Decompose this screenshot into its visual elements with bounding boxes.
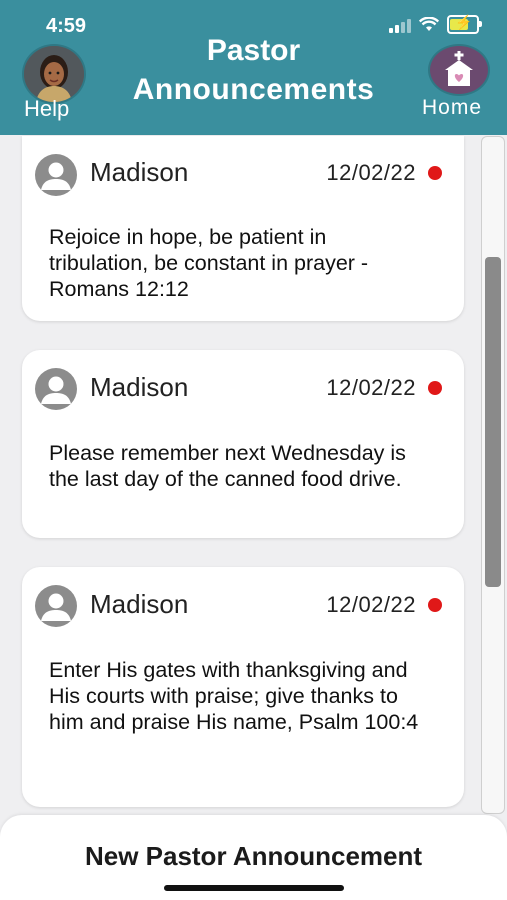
announcement-date: 12/02/22	[326, 592, 416, 617]
battery-icon: ⚡	[447, 14, 482, 34]
unread-dot-icon	[428, 598, 442, 612]
author-name: Madison	[90, 157, 189, 187]
author-name: Madison	[90, 372, 189, 402]
announcement-card[interactable]: Madison 12/02/22 Please remember next We…	[22, 350, 464, 538]
announcement-message: Please remember next Wednesday is the la…	[49, 441, 406, 491]
author-name: Madison	[90, 589, 189, 619]
announcement-date: 12/02/22	[326, 375, 416, 400]
unread-dot-icon	[428, 166, 442, 180]
announcement-card[interactable]: Madison 12/02/22 Rejoice in hope, be pat…	[22, 136, 464, 321]
bottom-panel: New Pastor Announcement	[0, 815, 507, 900]
user-icon	[35, 154, 77, 196]
user-icon	[35, 368, 77, 410]
user-icon	[35, 585, 77, 627]
status-icons: ⚡	[389, 14, 482, 34]
unread-dot-icon	[428, 381, 442, 395]
scrollbar-thumb[interactable]	[485, 257, 501, 587]
home-label[interactable]: Home	[422, 96, 482, 120]
announcement-message: Enter His gates with thanksgiving and Hi…	[49, 658, 419, 734]
scrollbar[interactable]	[481, 136, 505, 814]
header: 4:59 ⚡ Help Pastor Announcements Home	[0, 0, 507, 135]
signal-icon	[389, 17, 411, 33]
announcement-message: Rejoice in hope, be patient in tribulati…	[49, 225, 369, 301]
home-indicator	[164, 885, 344, 891]
announcement-card[interactable]: Madison 12/02/22 Enter His gates with th…	[22, 567, 464, 807]
church-icon[interactable]	[428, 44, 490, 96]
wifi-icon	[419, 16, 439, 31]
announcement-date: 12/02/22	[326, 160, 416, 185]
new-announcement-button[interactable]: New Pastor Announcement	[0, 841, 507, 872]
